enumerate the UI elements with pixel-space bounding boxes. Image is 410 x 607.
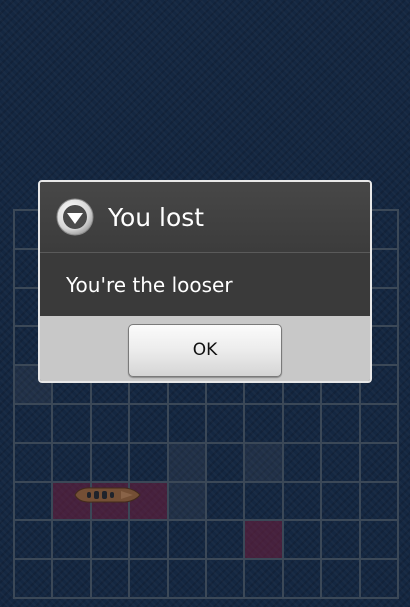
warning-arrow-icon [56, 198, 94, 236]
alert-dialog: You lost You're the looser OK [38, 180, 372, 383]
dialog-body: You're the looser [40, 253, 370, 316]
dialog-message: You're the looser [66, 272, 233, 297]
dialog-footer: OK [40, 316, 370, 381]
ok-button[interactable]: OK [128, 323, 282, 377]
dialog-title: You lost [108, 202, 205, 232]
dialog-header: You lost [40, 182, 370, 253]
